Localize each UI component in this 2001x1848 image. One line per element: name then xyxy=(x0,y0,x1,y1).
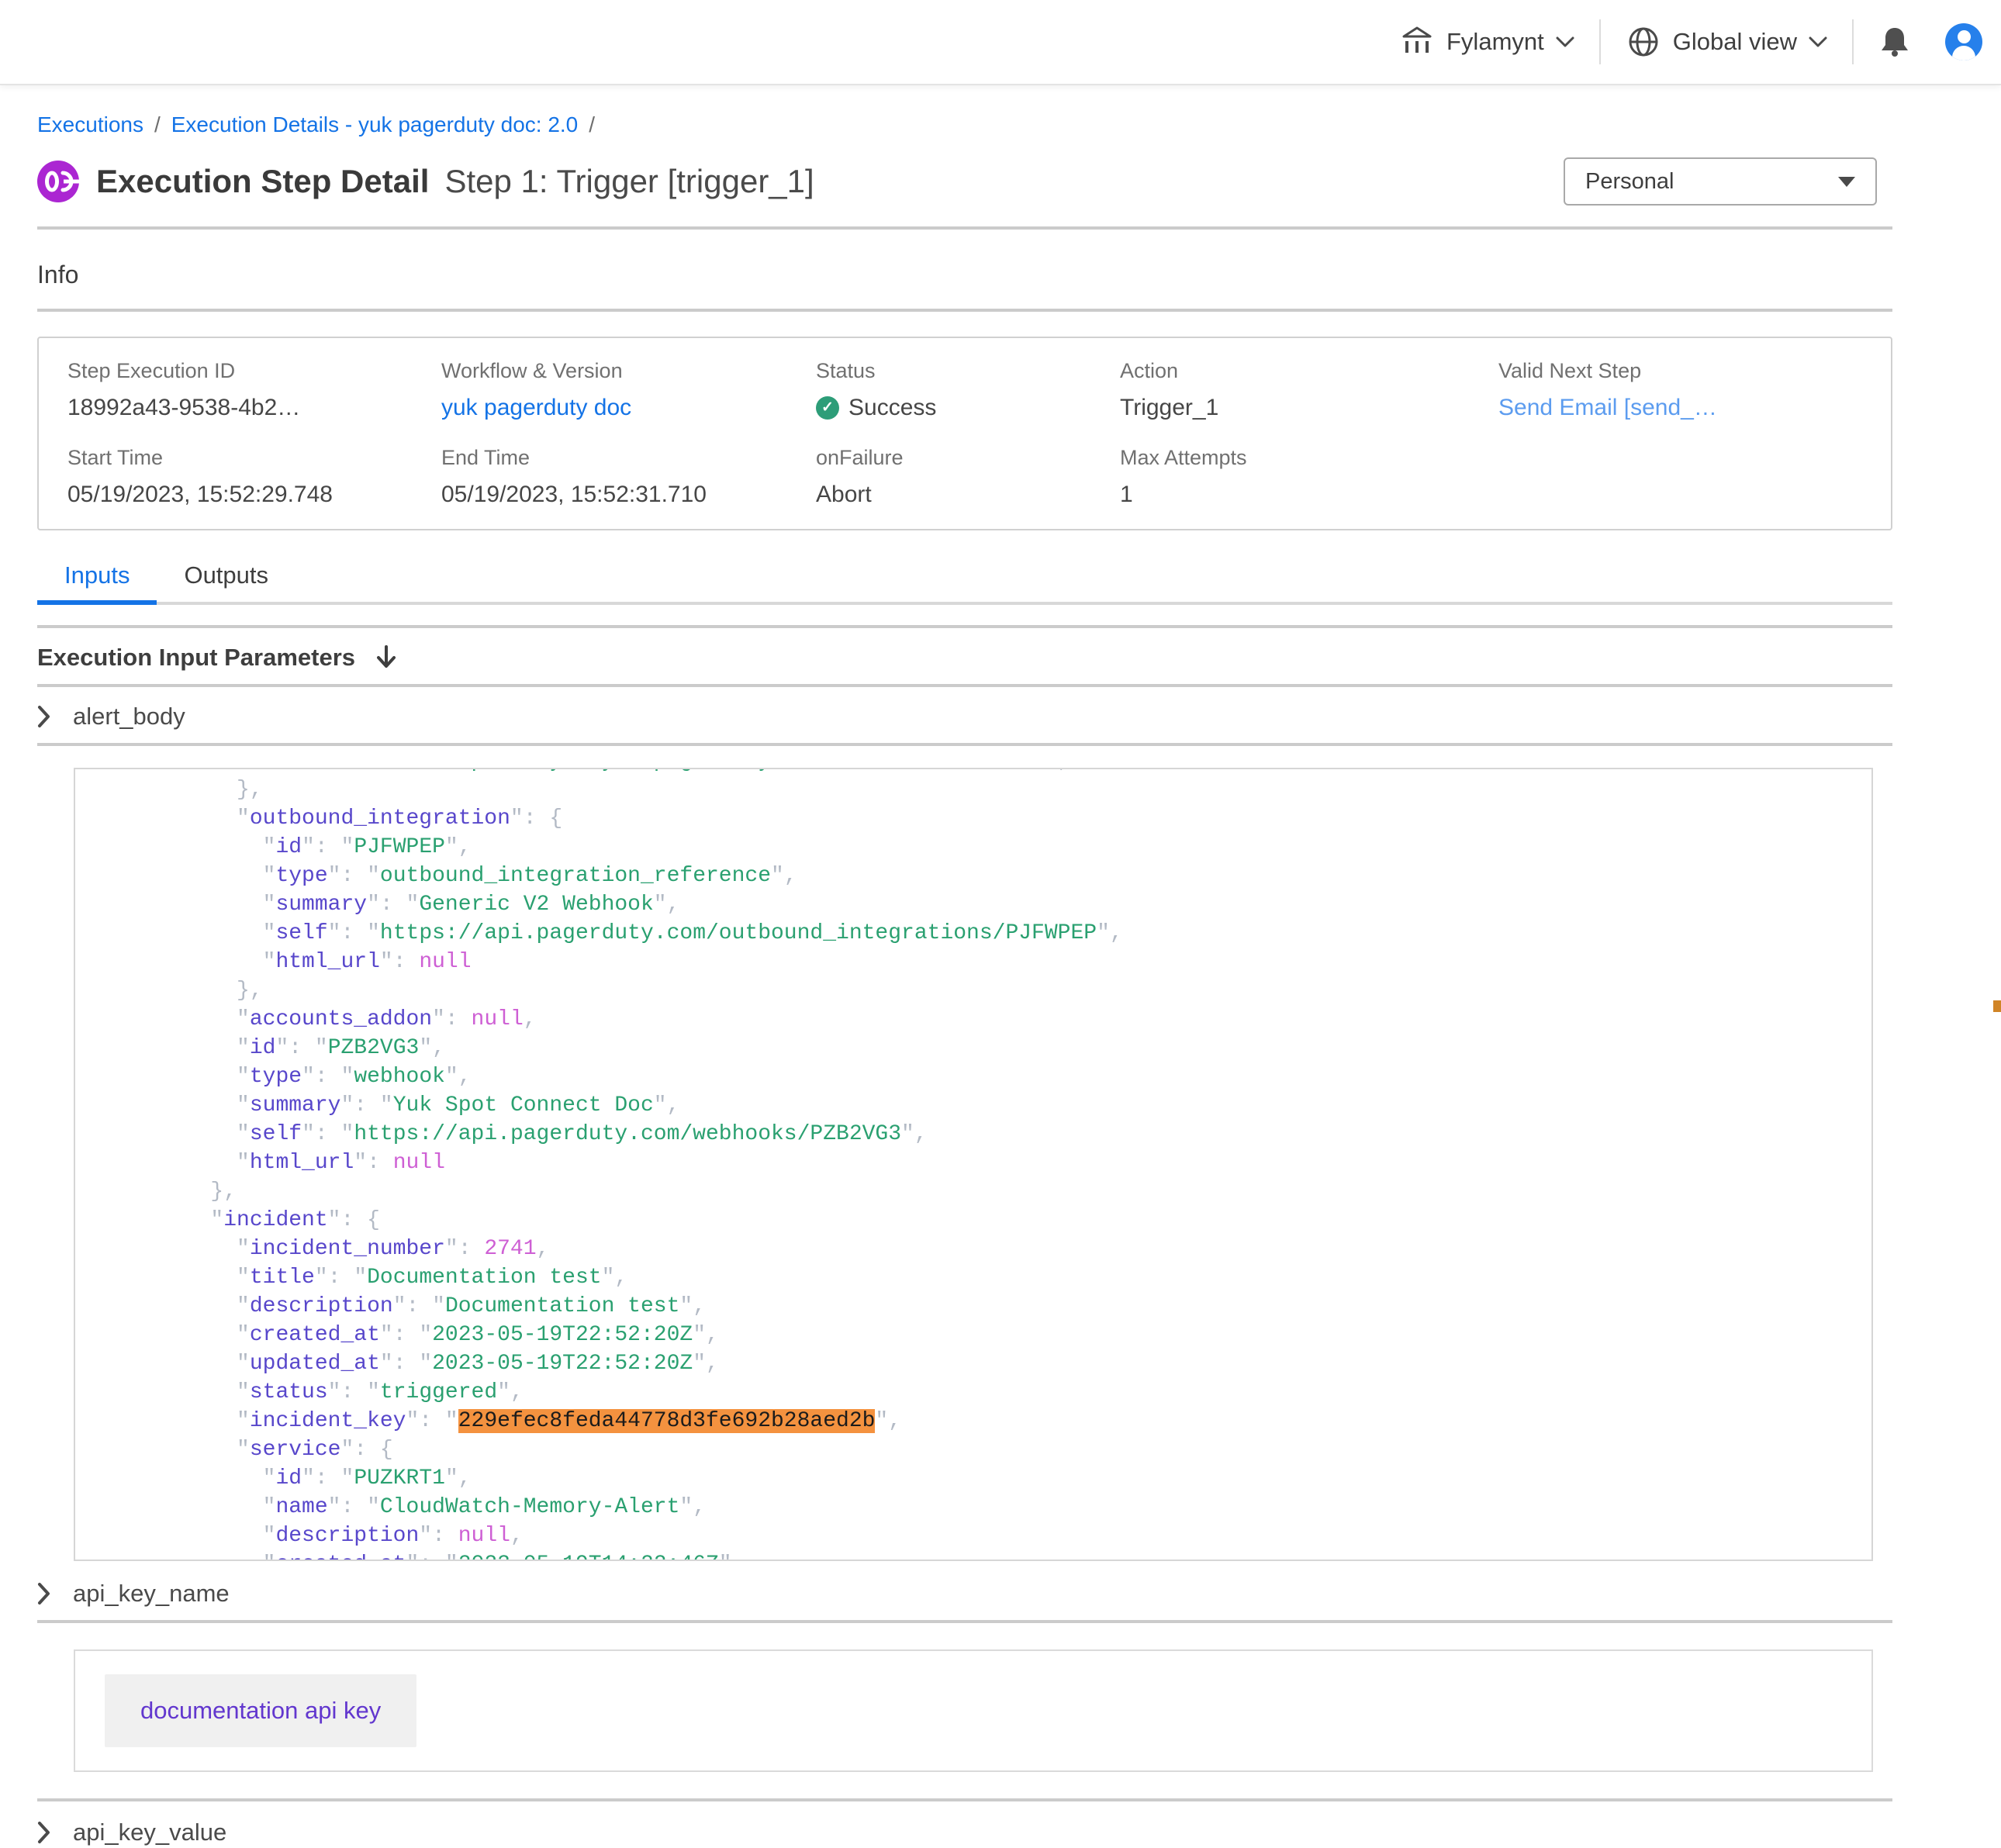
section-label-api-key-name: api_key_name xyxy=(73,1580,230,1608)
info-field-label: Start Time xyxy=(67,445,441,470)
info-field-start-time: Start Time 05/19/2023, 15:52:29.748 xyxy=(67,445,441,509)
chevron-down-icon xyxy=(1809,36,1827,48)
view-switcher-label: Global view xyxy=(1673,28,1797,56)
api-key-name-value-box: documentation api key xyxy=(74,1649,1873,1772)
info-field-label: Max Attempts xyxy=(1120,445,1498,470)
breadcrumb-link-execution-details[interactable]: Execution Details - yuk pagerduty doc: 2… xyxy=(171,112,579,138)
info-field-label: Valid Next Step xyxy=(1498,358,1891,383)
section-label-api-key-value: api_key_value xyxy=(73,1819,226,1846)
breadcrumb-separator: / xyxy=(589,112,595,138)
info-field-step-execution-id: Step Execution ID 18992a43-9538-4b2… xyxy=(67,358,441,422)
chevron-right-icon xyxy=(37,1581,51,1606)
avatar-head-shape xyxy=(1958,30,1971,43)
dropdown-arrow-icon xyxy=(1838,177,1855,187)
info-field-label: onFailure xyxy=(816,445,1120,470)
info-field-value: 05/19/2023, 15:52:29.748 xyxy=(67,481,441,509)
api-key-name-chip[interactable]: documentation api key xyxy=(105,1674,416,1747)
chevron-right-icon xyxy=(37,1820,51,1845)
user-avatar[interactable] xyxy=(1945,23,1982,60)
org-switcher-label: Fylamynt xyxy=(1446,28,1544,56)
info-field-value: ✓Success xyxy=(816,394,1120,422)
download-arrow-icon[interactable] xyxy=(374,644,399,672)
scrollbar-search-marker[interactable] xyxy=(1993,1000,2001,1012)
info-heading: Info xyxy=(37,259,1892,290)
info-field-action: Action Trigger_1 xyxy=(1120,358,1498,422)
tab-inputs[interactable]: Inputs xyxy=(37,557,157,605)
info-field-label: Action xyxy=(1120,358,1498,383)
json-viewer[interactable]: "html_url": "https://fylamynt.pagerduty.… xyxy=(74,768,1873,1561)
info-field-value[interactable]: Send Email [send_… xyxy=(1498,394,1891,422)
section-alert-body[interactable]: alert_body xyxy=(37,701,1892,732)
page-subtitle: Step 1: Trigger [trigger_1] xyxy=(444,157,814,206)
divider xyxy=(37,1620,1892,1623)
info-field-end-time: End Time 05/19/2023, 15:52:31.710 xyxy=(441,445,816,509)
tab-outputs[interactable]: Outputs xyxy=(157,557,295,605)
success-check-icon: ✓ xyxy=(816,396,839,420)
main-content: Executions / Execution Details - yuk pag… xyxy=(0,85,2001,1848)
breadcrumb-separator: / xyxy=(154,112,161,138)
view-switcher[interactable]: Global view xyxy=(1601,25,1852,59)
divider xyxy=(37,625,1892,628)
info-field-status: Status ✓Success xyxy=(816,358,1120,422)
info-grid: Step Execution ID 18992a43-9538-4b2…Workf… xyxy=(67,358,1891,509)
header-actions: Fylamynt Global view xyxy=(1374,0,2001,84)
divider xyxy=(37,1798,1892,1801)
scope-select[interactable]: Personal xyxy=(1564,157,1877,206)
title-row: Execution Step Detail Step 1: Trigger [t… xyxy=(37,157,1892,206)
info-card: Step Execution ID 18992a43-9538-4b2…Workf… xyxy=(37,337,1892,530)
info-field-value: 1 xyxy=(1120,481,1498,509)
info-field-label: End Time xyxy=(441,445,816,470)
section-label-alert-body: alert_body xyxy=(73,703,185,731)
info-field-label: Workflow & Version xyxy=(441,358,816,383)
info-field-value: Trigger_1 xyxy=(1120,394,1498,422)
divider xyxy=(37,684,1892,687)
org-switcher[interactable]: Fylamynt xyxy=(1374,25,1599,59)
info-field-label: Status xyxy=(816,358,1120,383)
top-header-bar: Fylamynt Global view xyxy=(0,0,2001,85)
section-api-key-value[interactable]: api_key_value xyxy=(37,1817,1892,1848)
info-field-max-attempts: Max Attempts 1 xyxy=(1120,445,1498,509)
section-api-key-name[interactable]: api_key_name xyxy=(37,1578,1892,1609)
globe-icon xyxy=(1626,25,1661,59)
info-field-valid-next-step: Valid Next Step Send Email [send_… xyxy=(1498,358,1891,422)
info-field-value: 18992a43-9538-4b2… xyxy=(67,394,441,422)
page-title: Execution Step Detail xyxy=(96,157,429,206)
info-field-workflow-version: Workflow & Version yuk pagerduty doc xyxy=(441,358,816,422)
institution-icon xyxy=(1399,25,1435,59)
tabs: InputsOutputs xyxy=(37,557,1892,605)
input-params-heading-row: Execution Input Parameters xyxy=(37,641,1892,675)
info-field-onfailure: onFailure Abort xyxy=(816,445,1120,509)
chevron-down-icon xyxy=(1556,36,1574,48)
input-params-heading: Execution Input Parameters xyxy=(37,644,355,672)
scope-select-value: Personal xyxy=(1585,169,1674,195)
info-field-value[interactable]: yuk pagerduty doc xyxy=(441,394,816,422)
breadcrumb: Executions / Execution Details - yuk pag… xyxy=(37,85,1892,138)
avatar-torso-shape xyxy=(1952,46,1975,60)
divider xyxy=(37,743,1892,746)
info-field-value: 05/19/2023, 15:52:31.710 xyxy=(441,481,816,509)
info-field-label: Step Execution ID xyxy=(67,358,441,383)
divider xyxy=(37,226,1892,230)
bell-icon xyxy=(1877,24,1913,60)
breadcrumb-link-executions[interactable]: Executions xyxy=(37,112,143,138)
step-type-icon xyxy=(37,161,79,202)
json-code: "html_url": "https://fylamynt.pagerduty.… xyxy=(75,768,1871,1561)
notifications-button[interactable] xyxy=(1854,24,1936,60)
chevron-right-icon xyxy=(37,704,51,729)
divider xyxy=(37,309,1892,312)
info-field-value: Abort xyxy=(816,481,1120,509)
